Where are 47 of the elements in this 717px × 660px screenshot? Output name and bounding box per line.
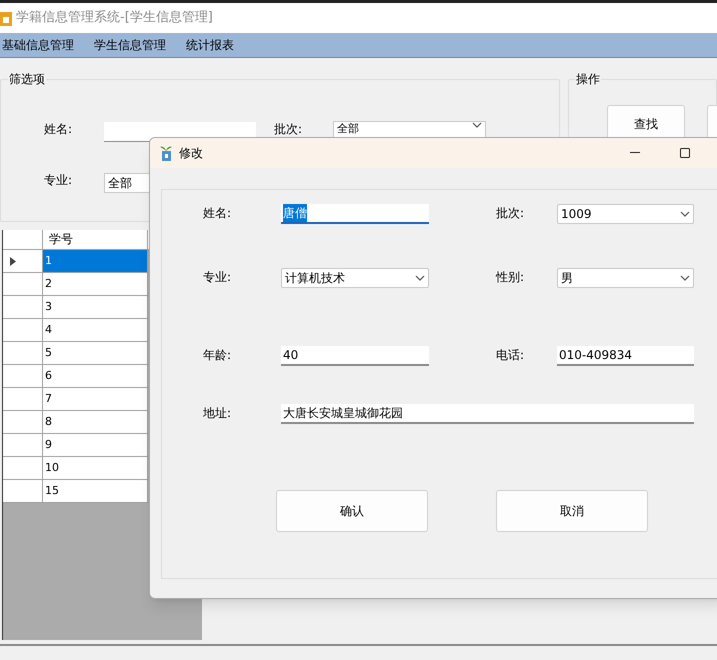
text-field[interactable]: 010-409834 — [557, 346, 694, 366]
table-cell[interactable]: 2 — [43, 273, 148, 295]
group-title: 操作 — [575, 70, 601, 88]
dropdown[interactable]: 计算机技术 — [281, 268, 429, 288]
table-cell[interactable]: 8 — [43, 411, 148, 433]
table-cell[interactable]: 5 — [43, 342, 148, 364]
app-icon — [159, 145, 173, 161]
row-header[interactable] — [3, 250, 43, 272]
menu-item[interactable]: 统计报表 — [186, 36, 234, 54]
cancel-button[interactable]: 取消 — [496, 490, 648, 532]
window-title: 学籍信息管理系统-[学生信息管理] — [16, 9, 213, 28]
menu-item[interactable]: 基础信息管理 — [2, 36, 74, 54]
table-cell[interactable]: 6 — [43, 365, 148, 387]
table-cell[interactable]: 9 — [43, 434, 148, 456]
row-pointer-icon — [10, 256, 16, 266]
chevron-down-icon — [472, 122, 482, 128]
table-cell[interactable]: 4 — [43, 319, 148, 341]
dialog-title: 修改 — [179, 145, 203, 162]
table-cell[interactable]: 1 — [43, 250, 148, 272]
maximize-icon[interactable] — [680, 148, 690, 158]
table-cell[interactable]: 7 — [43, 388, 148, 410]
confirm-button[interactable]: 确认 — [276, 490, 428, 532]
column-header: 学号 — [43, 230, 148, 249]
text-field[interactable]: 大唐长安城皇城御花园 — [281, 404, 694, 424]
field-label: 专业: — [203, 269, 232, 286]
field-label: 姓名: — [44, 121, 72, 138]
field-label: 姓名: — [203, 205, 232, 222]
field-label: 年龄: — [203, 347, 232, 364]
text-field[interactable]: 唐僧 — [281, 204, 429, 224]
chevron-down-icon — [680, 211, 690, 217]
chevron-down-icon — [680, 275, 690, 281]
text-field[interactable]: 40 — [281, 346, 429, 366]
dropdown[interactable]: 1009 — [557, 204, 694, 224]
field-label: 地址: — [203, 405, 232, 422]
table-cell[interactable]: 10 — [43, 457, 148, 479]
field-label: 专业: — [44, 172, 72, 189]
dropdown[interactable]: 男 — [557, 268, 694, 288]
chevron-down-icon — [415, 275, 425, 281]
table-cell[interactable]: 3 — [43, 296, 148, 318]
field-label: 电话: — [496, 347, 526, 364]
minimize-icon[interactable] — [630, 152, 640, 154]
menu-item[interactable]: 学生信息管理 — [94, 36, 166, 54]
group-title: 筛选项 — [8, 70, 46, 88]
table-cell[interactable]: 15 — [43, 480, 148, 502]
field-label: 性别: — [496, 269, 526, 286]
field-label: 批次: — [496, 205, 526, 222]
field-label: 批次: — [274, 121, 302, 138]
